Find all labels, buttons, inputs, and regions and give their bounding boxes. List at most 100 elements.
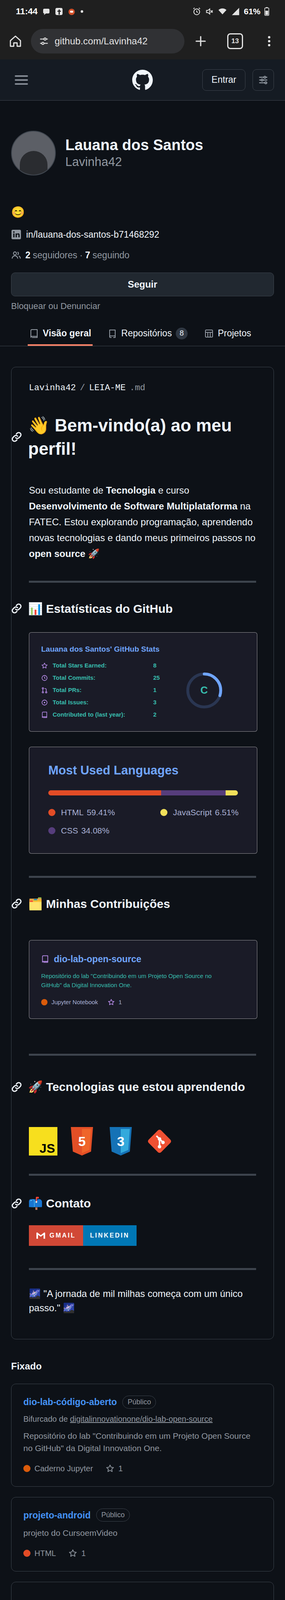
pinned-repo-card[interactable]: projeto-androidPúblicoprojeto do Cursoem… — [11, 1495, 274, 1571]
issue-icon — [41, 698, 48, 706]
alarm-icon — [192, 7, 202, 16]
readme-heading: 📫 Contato — [10, 1194, 257, 1211]
profile-name: Lauana dos Santos — [65, 136, 204, 155]
contact-badge[interactable]: GMAIL — [28, 1224, 84, 1245]
repo-card[interactable]: dio-lab-open-source Repositório do lab "C… — [28, 939, 258, 1019]
quote: 🌌 "A jornada de mil milhas começa com um… — [28, 1285, 257, 1315]
anchor-link-icon[interactable] — [10, 896, 23, 909]
separator: · — [79, 248, 83, 263]
social-link[interactable]: in/lauana-dos-santos-b71468292 — [11, 227, 274, 242]
sign-in-button[interactable]: Entrar — [202, 69, 246, 91]
home-icon[interactable] — [8, 34, 23, 48]
tab-count-badge: 8 — [175, 327, 188, 340]
repo-name[interactable]: dio-lab-código-aberto — [23, 1394, 117, 1408]
language-dot — [23, 1463, 31, 1471]
hamburger-icon[interactable] — [13, 72, 30, 88]
star-icon — [107, 997, 115, 1006]
tab-switcher[interactable]: 13 — [227, 33, 244, 50]
rank-letter: C — [200, 682, 208, 698]
people-icon — [11, 249, 22, 261]
followers-count[interactable]: 2 — [25, 248, 31, 263]
follow-button[interactable]: Seguir — [11, 272, 274, 297]
divider — [28, 580, 257, 583]
block-report-link[interactable]: Bloquear ou Denunciar — [11, 299, 274, 313]
new-tab-icon[interactable] — [193, 34, 208, 48]
language-item: HTML59.41% — [48, 802, 161, 821]
stats-value: 8 — [153, 660, 157, 670]
repo-description: Repositório do lab "Contribuindo em um P… — [41, 970, 246, 990]
anchor-link-icon[interactable] — [10, 1196, 23, 1209]
readme-heading: 📊 Estatísticas do GitHub — [10, 600, 257, 616]
tab-label[interactable]: Repositórios — [121, 326, 172, 341]
readme-extension: .md — [129, 381, 146, 395]
profile-tab[interactable]: Projetos — [202, 322, 253, 346]
search-button[interactable] — [252, 69, 274, 91]
repo-language: HTML — [34, 1546, 56, 1558]
readme-owner[interactable]: Lavinha42 — [28, 381, 76, 395]
status-time: 11:44 — [15, 4, 38, 18]
heading-text: 👋 Bem-vindo(a) ao meu perfil! — [28, 413, 257, 461]
following-label[interactable]: seguindo — [92, 248, 130, 263]
anchor-link-icon[interactable] — [10, 602, 23, 614]
sign-in-label[interactable]: Entrar — [211, 72, 237, 87]
url-text[interactable]: github.com/Lavinha42 — [54, 34, 148, 49]
tab-count[interactable]: 13 — [231, 36, 240, 47]
contact-badge[interactable]: LINKEDIN — [83, 1224, 137, 1245]
languages-bar — [48, 789, 238, 795]
profile-tab[interactable]: Visão geral — [27, 322, 93, 346]
rank-ring: C — [183, 669, 225, 711]
pinned-repo-card[interactable] — [11, 1580, 274, 1599]
repo-icon — [107, 328, 118, 339]
site-settings-icon — [38, 36, 50, 47]
overview-icon — [29, 328, 39, 339]
wifi-icon — [217, 7, 228, 16]
repo-stars[interactable]: 1 — [118, 1461, 123, 1474]
intro-segment: open source — [28, 547, 86, 559]
anchor-link-icon[interactable] — [10, 430, 23, 443]
repo-language: Caderno Jupyter — [34, 1461, 94, 1474]
pull-request-icon — [41, 686, 48, 694]
fork-source-link[interactable]: digitalinnovationone/dio-lab-open-source — [70, 1413, 213, 1423]
menu-dots-icon[interactable] — [267, 35, 271, 47]
badge-label[interactable]: GMAIL — [49, 1229, 76, 1240]
badge-label[interactable]: LINKEDIN — [90, 1229, 130, 1240]
following-count[interactable]: 7 — [85, 248, 91, 263]
avatar[interactable] — [11, 130, 56, 176]
pinned-repo-card[interactable]: dio-lab-código-abertoPúblicoBifurcado de… — [11, 1382, 274, 1486]
repo-stars[interactable]: 1 — [81, 1546, 86, 1558]
tab-label[interactable]: Projetos — [217, 326, 251, 341]
battery-icon — [264, 7, 270, 16]
js-logo-icon: JS — [28, 1126, 58, 1155]
intro-segment: 🚀 — [85, 547, 101, 559]
readme-file[interactable]: LEIA-ME — [89, 381, 126, 395]
more-notifications-icon — [80, 9, 84, 14]
tab-label[interactable]: Visão geral — [42, 326, 92, 341]
intro-paragraph: Sou estudante de Tecnologia e curso Dese… — [28, 482, 257, 561]
stats-label: Total Issues: — [52, 697, 154, 707]
anchor-link-icon[interactable] — [10, 1080, 23, 1093]
repo-name[interactable]: projeto-android — [23, 1507, 91, 1522]
language-name: JavaScript — [172, 805, 212, 819]
repo-name[interactable]: dio-lab-open-source — [53, 951, 142, 966]
github-logo-icon[interactable] — [132, 69, 153, 91]
follow-stats: 2seguidores·7seguindo — [11, 248, 274, 263]
language-item: JavaScript6.51% — [160, 802, 273, 821]
readme-heading: 🚀 Tecnologias que estou aprendendo — [10, 1077, 257, 1095]
readme-heading: 👋 Bem-vindo(a) ao meu perfil! — [10, 413, 257, 461]
language-dot — [41, 998, 48, 1005]
profile-username: Lavinha42 — [65, 153, 204, 170]
stats-label: Contributed to (last year): — [52, 709, 154, 719]
profile-tab[interactable]: Repositórios8 — [106, 322, 190, 346]
filter-icon — [257, 74, 269, 86]
followers-label[interactable]: seguidores — [32, 248, 78, 263]
language-dot — [23, 1548, 31, 1556]
stats-row: Total Stars Earned:8 — [41, 659, 160, 672]
linkedin-link[interactable]: in/lauana-dos-santos-b71468292 — [26, 227, 160, 242]
follow-label[interactable]: Seguir — [127, 277, 158, 292]
contact-badges: GMAIL LINKEDIN — [28, 1224, 257, 1245]
status-emoji[interactable]: 😊 — [11, 205, 274, 219]
languages-title: Most Used Languages — [48, 760, 238, 780]
language-segment — [48, 789, 162, 795]
divider — [28, 1052, 257, 1055]
url-bar[interactable]: github.com/Lavinha42 — [30, 28, 185, 54]
